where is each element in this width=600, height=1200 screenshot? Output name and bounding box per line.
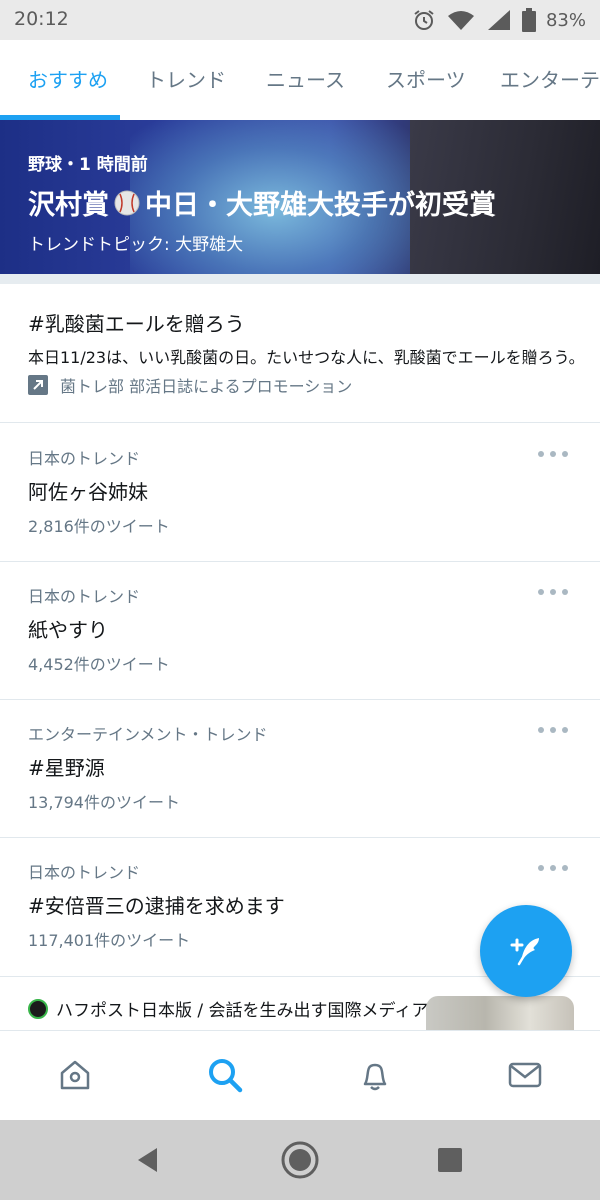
trend-category: エンターテインメント・トレンド	[28, 725, 268, 744]
bottom-navigation	[0, 1030, 600, 1120]
promoted-trend-title: #乳酸菌エールを贈ろう	[28, 312, 245, 336]
tab-entertainment[interactable]: エンターテイ	[500, 40, 600, 120]
home-icon	[60, 1060, 90, 1090]
trend-tweet-count: 13,794件のツイート	[28, 793, 180, 812]
status-icons: 83%	[412, 6, 586, 34]
tab-news[interactable]: ニュース	[266, 40, 345, 120]
news-thumbnail[interactable]	[426, 996, 574, 1030]
more-options-icon[interactable]	[538, 860, 568, 876]
signal-icon	[487, 10, 510, 30]
nav-notifications-button[interactable]	[353, 1053, 397, 1097]
more-options-icon[interactable]	[538, 584, 568, 600]
system-navigation-bar	[0, 1120, 600, 1200]
hero-headline: 沢村賞 中日・大野雄大投手が初受賞	[28, 183, 496, 222]
more-options-icon[interactable]	[538, 446, 568, 462]
trend-name: 紙やすり	[28, 618, 108, 642]
tab-trends[interactable]: トレンド	[146, 40, 226, 120]
nav-messages-button[interactable]	[503, 1053, 547, 1097]
trend-name: 阿佐ヶ谷姉妹	[28, 480, 148, 504]
promoted-by-text: 菌トレ部 部活日誌によるプロモーション	[60, 377, 353, 396]
hero-trend-topic: トレンドトピック: 大野雄大	[28, 235, 244, 255]
messages-icon	[508, 1062, 542, 1088]
hero-headline-part1: 沢村賞	[28, 190, 109, 221]
trend-tweet-count: 117,401件のツイート	[28, 931, 191, 950]
trend-tweet-count: 4,452件のツイート	[28, 655, 170, 674]
baseball-icon	[114, 190, 140, 215]
nav-search-button[interactable]	[203, 1053, 247, 1097]
promoted-trend-description: 本日11/23は、いい乳酸菌の日。たいせつな人に、乳酸菌でエールを贈ろう。	[28, 348, 585, 367]
status-bar: 20:12 83%	[0, 0, 600, 40]
promoted-by: 菌トレ部 部活日誌によるプロモーション	[28, 373, 352, 397]
status-time: 20:12	[14, 8, 69, 30]
section-divider	[0, 274, 600, 284]
battery-icon	[521, 8, 536, 32]
back-triangle-icon	[138, 1148, 157, 1172]
hero-headline-part2: 中日・大野雄大投手が初受賞	[145, 190, 496, 221]
explore-tabs: おすすめ トレンド ニュース スポーツ エンターテイ	[0, 40, 600, 120]
battery-percent: 83%	[545, 9, 586, 31]
row-divider	[0, 422, 600, 423]
tab-recommended[interactable]: おすすめ	[28, 40, 108, 120]
tab-sports[interactable]: スポーツ	[386, 40, 466, 120]
trend-item[interactable]: 日本のトレンド 阿佐ヶ谷姉妹 2,816件のツイート	[0, 424, 600, 562]
system-recents-button[interactable]	[428, 1138, 472, 1182]
trend-item[interactable]: 日本のトレンド 紙やすり 4,452件のツイート	[0, 562, 600, 700]
trend-name: #星野源	[28, 756, 105, 780]
more-options-icon[interactable]	[538, 722, 568, 738]
news-item-source[interactable]: ハフポスト日本版 / 会話を生み出す国際メディア	[28, 996, 455, 1021]
notifications-icon	[363, 1063, 387, 1091]
source-logo	[28, 998, 48, 1019]
trend-category: 日本のトレンド	[28, 863, 141, 882]
promoted-icon	[28, 375, 48, 395]
home-circle-icon	[281, 1141, 319, 1179]
trend-category: 日本のトレンド	[28, 449, 141, 468]
alarm-icon	[414, 10, 434, 30]
hero-card[interactable]: 野球・1 時間前 沢村賞 中日・大野雄大投手が初受賞 トレンドトピック: 大野雄…	[0, 120, 600, 274]
hero-category: 野球・1 時間前	[28, 155, 148, 175]
trend-name: #安倍晋三の逮捕を求めます	[28, 894, 285, 918]
system-home-button[interactable]	[278, 1138, 322, 1182]
recents-square-icon	[438, 1148, 462, 1172]
nav-home-button[interactable]	[53, 1053, 97, 1097]
trend-category: 日本のトレンド	[28, 587, 141, 606]
system-back-button[interactable]	[126, 1138, 170, 1182]
search-icon	[209, 1059, 243, 1093]
trend-item[interactable]: エンターテインメント・トレンド #星野源 13,794件のツイート	[0, 700, 600, 838]
news-source-name: ハフポスト日本版 / 会話を生み出す国際メディア	[56, 1001, 429, 1021]
wifi-icon	[447, 11, 474, 30]
trend-tweet-count: 2,816件のツイート	[28, 517, 170, 536]
compose-feather-icon	[510, 938, 539, 966]
compose-tweet-button[interactable]	[480, 905, 572, 997]
